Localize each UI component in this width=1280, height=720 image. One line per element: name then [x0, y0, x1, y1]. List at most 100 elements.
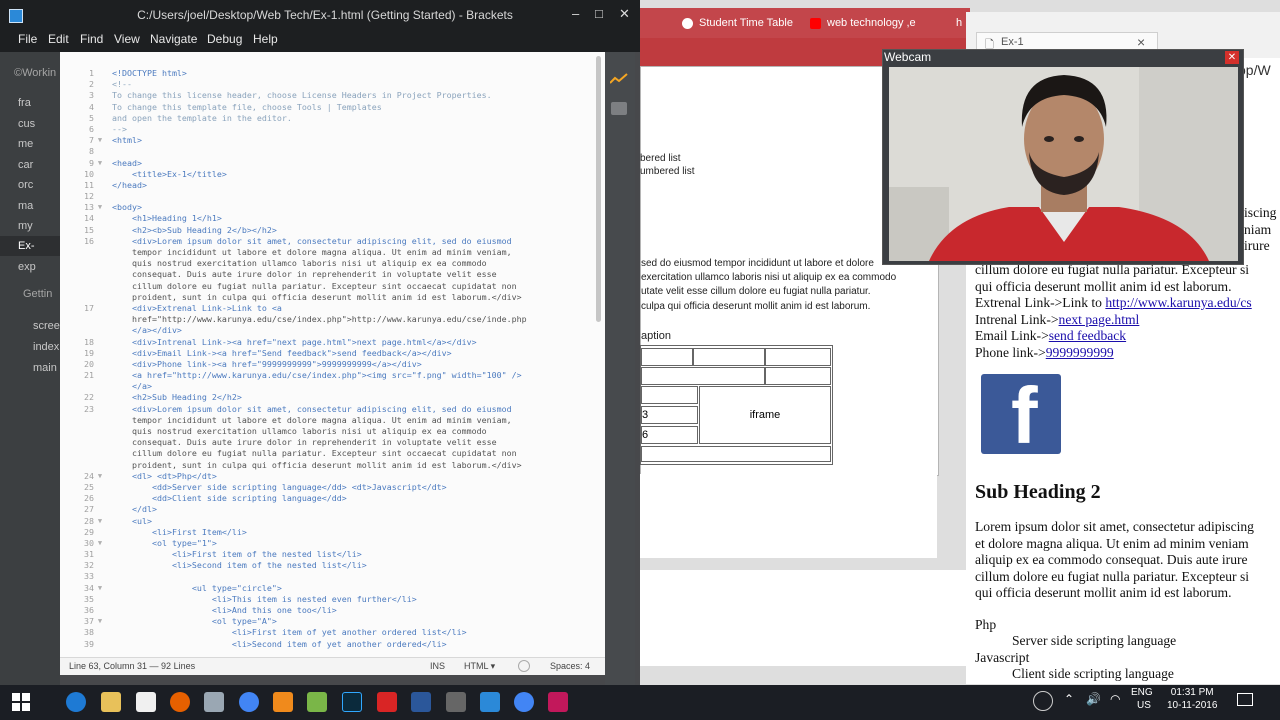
ccleaner-icon[interactable]: [377, 692, 397, 712]
fold-arrow-icon[interactable]: [94, 639, 106, 650]
chrome-icon[interactable]: [239, 692, 259, 712]
menu-file[interactable]: File: [18, 32, 37, 46]
fold-arrow-icon[interactable]: [94, 549, 106, 560]
brackets-taskbar-icon[interactable]: [480, 692, 500, 712]
tab-close-button[interactable]: ×: [1137, 34, 1145, 50]
working-file[interactable]: exp: [18, 261, 60, 273]
working-file-active[interactable]: Ex-: [18, 240, 60, 252]
fold-arrow-icon[interactable]: [94, 225, 106, 236]
action-center-icon[interactable]: [1237, 693, 1253, 706]
clock-tray-icon[interactable]: [1033, 691, 1053, 711]
vlc-icon[interactable]: [273, 692, 293, 712]
fold-arrow-icon[interactable]: [94, 337, 106, 348]
firefox-icon[interactable]: [170, 692, 190, 712]
fold-arrow-icon[interactable]: [94, 314, 106, 325]
fold-arrow-icon[interactable]: [94, 560, 106, 571]
fold-arrow-icon[interactable]: [94, 269, 106, 280]
fold-arrow-icon[interactable]: [94, 79, 106, 90]
language-mode-select[interactable]: HTML ▾: [464, 661, 495, 672]
fold-arrow-icon[interactable]: [94, 504, 106, 515]
fold-arrow-icon[interactable]: [94, 236, 106, 247]
fold-arrow-icon[interactable]: [94, 325, 106, 336]
fold-arrow-icon[interactable]: [94, 303, 106, 314]
working-file[interactable]: me: [18, 138, 60, 150]
menu-find[interactable]: Find: [80, 32, 103, 46]
fold-arrow-icon[interactable]: [94, 102, 106, 113]
fold-arrow-icon[interactable]: [94, 359, 106, 370]
menu-help[interactable]: Help: [253, 32, 278, 46]
edge-icon[interactable]: [66, 692, 86, 712]
fold-arrow-icon[interactable]: [94, 370, 106, 381]
store-icon[interactable]: [136, 692, 156, 712]
photoshop-icon[interactable]: [342, 692, 362, 712]
webcam-close-button[interactable]: ✕: [1225, 51, 1239, 64]
working-file[interactable]: car: [18, 159, 60, 171]
fold-arrow-icon[interactable]: [94, 169, 106, 180]
fold-arrow-icon[interactable]: [94, 281, 106, 292]
fold-arrow-icon[interactable]: [94, 437, 106, 448]
working-file[interactable]: my: [18, 220, 60, 232]
file-explorer-icon[interactable]: [101, 692, 121, 712]
tab-student-time-table[interactable]: Student Time Table: [682, 8, 802, 38]
camera-icon[interactable]: [446, 692, 466, 712]
maximize-button[interactable]: □: [595, 6, 603, 21]
fold-arrow-icon[interactable]: [94, 482, 106, 493]
fold-arrow-icon[interactable]: ▼: [94, 158, 106, 169]
fold-arrow-icon[interactable]: [94, 404, 106, 415]
working-file[interactable]: cus: [18, 118, 60, 130]
fold-arrow-icon[interactable]: [94, 381, 106, 392]
tab-web-technology[interactable]: web technology ,e: [810, 8, 940, 38]
windows-start-icon[interactable]: [12, 693, 30, 711]
menu-view[interactable]: View: [114, 32, 140, 46]
android-studio-icon[interactable]: [307, 692, 327, 712]
lint-status-icon[interactable]: [518, 660, 530, 672]
input-language[interactable]: ENG US: [1131, 686, 1153, 712]
fold-arrow-icon[interactable]: ▼: [94, 471, 106, 482]
internal-link[interactable]: next page.html: [1059, 312, 1140, 327]
editor-scrollbar[interactable]: [596, 56, 601, 322]
fold-arrow-icon[interactable]: [94, 448, 106, 459]
menu-edit[interactable]: Edit: [48, 32, 69, 46]
fold-arrow-icon[interactable]: [94, 415, 106, 426]
project-header[interactable]: Gettin: [23, 288, 60, 300]
fold-arrow-icon[interactable]: [94, 191, 106, 202]
fold-arrow-icon[interactable]: [94, 247, 106, 258]
fold-arrow-icon[interactable]: [94, 292, 106, 303]
fold-arrow-icon[interactable]: [94, 571, 106, 582]
system-clock[interactable]: 01:31 PM 10-11-2016: [1167, 686, 1217, 712]
fold-arrow-icon[interactable]: [94, 426, 106, 437]
fold-arrow-icon[interactable]: [94, 68, 106, 79]
project-file[interactable]: main: [33, 362, 60, 374]
phone-link[interactable]: 9999999999: [1046, 345, 1114, 360]
fold-arrow-icon[interactable]: [94, 180, 106, 191]
fold-arrow-icon[interactable]: ▼: [94, 135, 106, 146]
fold-arrow-icon[interactable]: [94, 113, 106, 124]
fold-arrow-icon[interactable]: ▼: [94, 202, 106, 213]
photos-icon[interactable]: [204, 692, 224, 712]
menu-navigate[interactable]: Navigate: [150, 32, 197, 46]
fold-arrow-icon[interactable]: ▼: [94, 616, 106, 627]
fold-arrow-icon[interactable]: [94, 527, 106, 538]
fold-arrow-icon[interactable]: [94, 594, 106, 605]
extension-manager-icon[interactable]: [611, 102, 627, 115]
fold-arrow-icon[interactable]: [94, 392, 106, 403]
chevron-up-icon[interactable]: ⌃: [1064, 692, 1074, 706]
working-file[interactable]: ma: [18, 200, 60, 212]
code-editor[interactable]: 1 <!DOCTYPE html> 2 <!-- 3 To change this lic…: [60, 52, 605, 657]
email-link[interactable]: send feedback: [1049, 328, 1126, 343]
fold-arrow-icon[interactable]: ▼: [94, 516, 106, 527]
fold-arrow-icon[interactable]: [94, 90, 106, 101]
minimize-button[interactable]: –: [572, 6, 579, 21]
indent-setting[interactable]: Spaces: 4: [550, 661, 590, 671]
fold-arrow-icon[interactable]: [94, 460, 106, 471]
volume-icon[interactable]: 🔊: [1086, 692, 1101, 706]
fold-arrow-icon[interactable]: [94, 258, 106, 269]
chrome-active-icon[interactable]: [514, 692, 534, 712]
word-icon[interactable]: [411, 692, 431, 712]
close-button[interactable]: ✕: [619, 6, 630, 22]
fold-arrow-icon[interactable]: [94, 146, 106, 157]
facebook-icon[interactable]: f: [981, 374, 1061, 456]
fold-arrow-icon[interactable]: ▼: [94, 583, 106, 594]
fold-arrow-icon[interactable]: [94, 124, 106, 135]
external-link[interactable]: http://www.karunya.edu/cs: [1105, 295, 1251, 310]
